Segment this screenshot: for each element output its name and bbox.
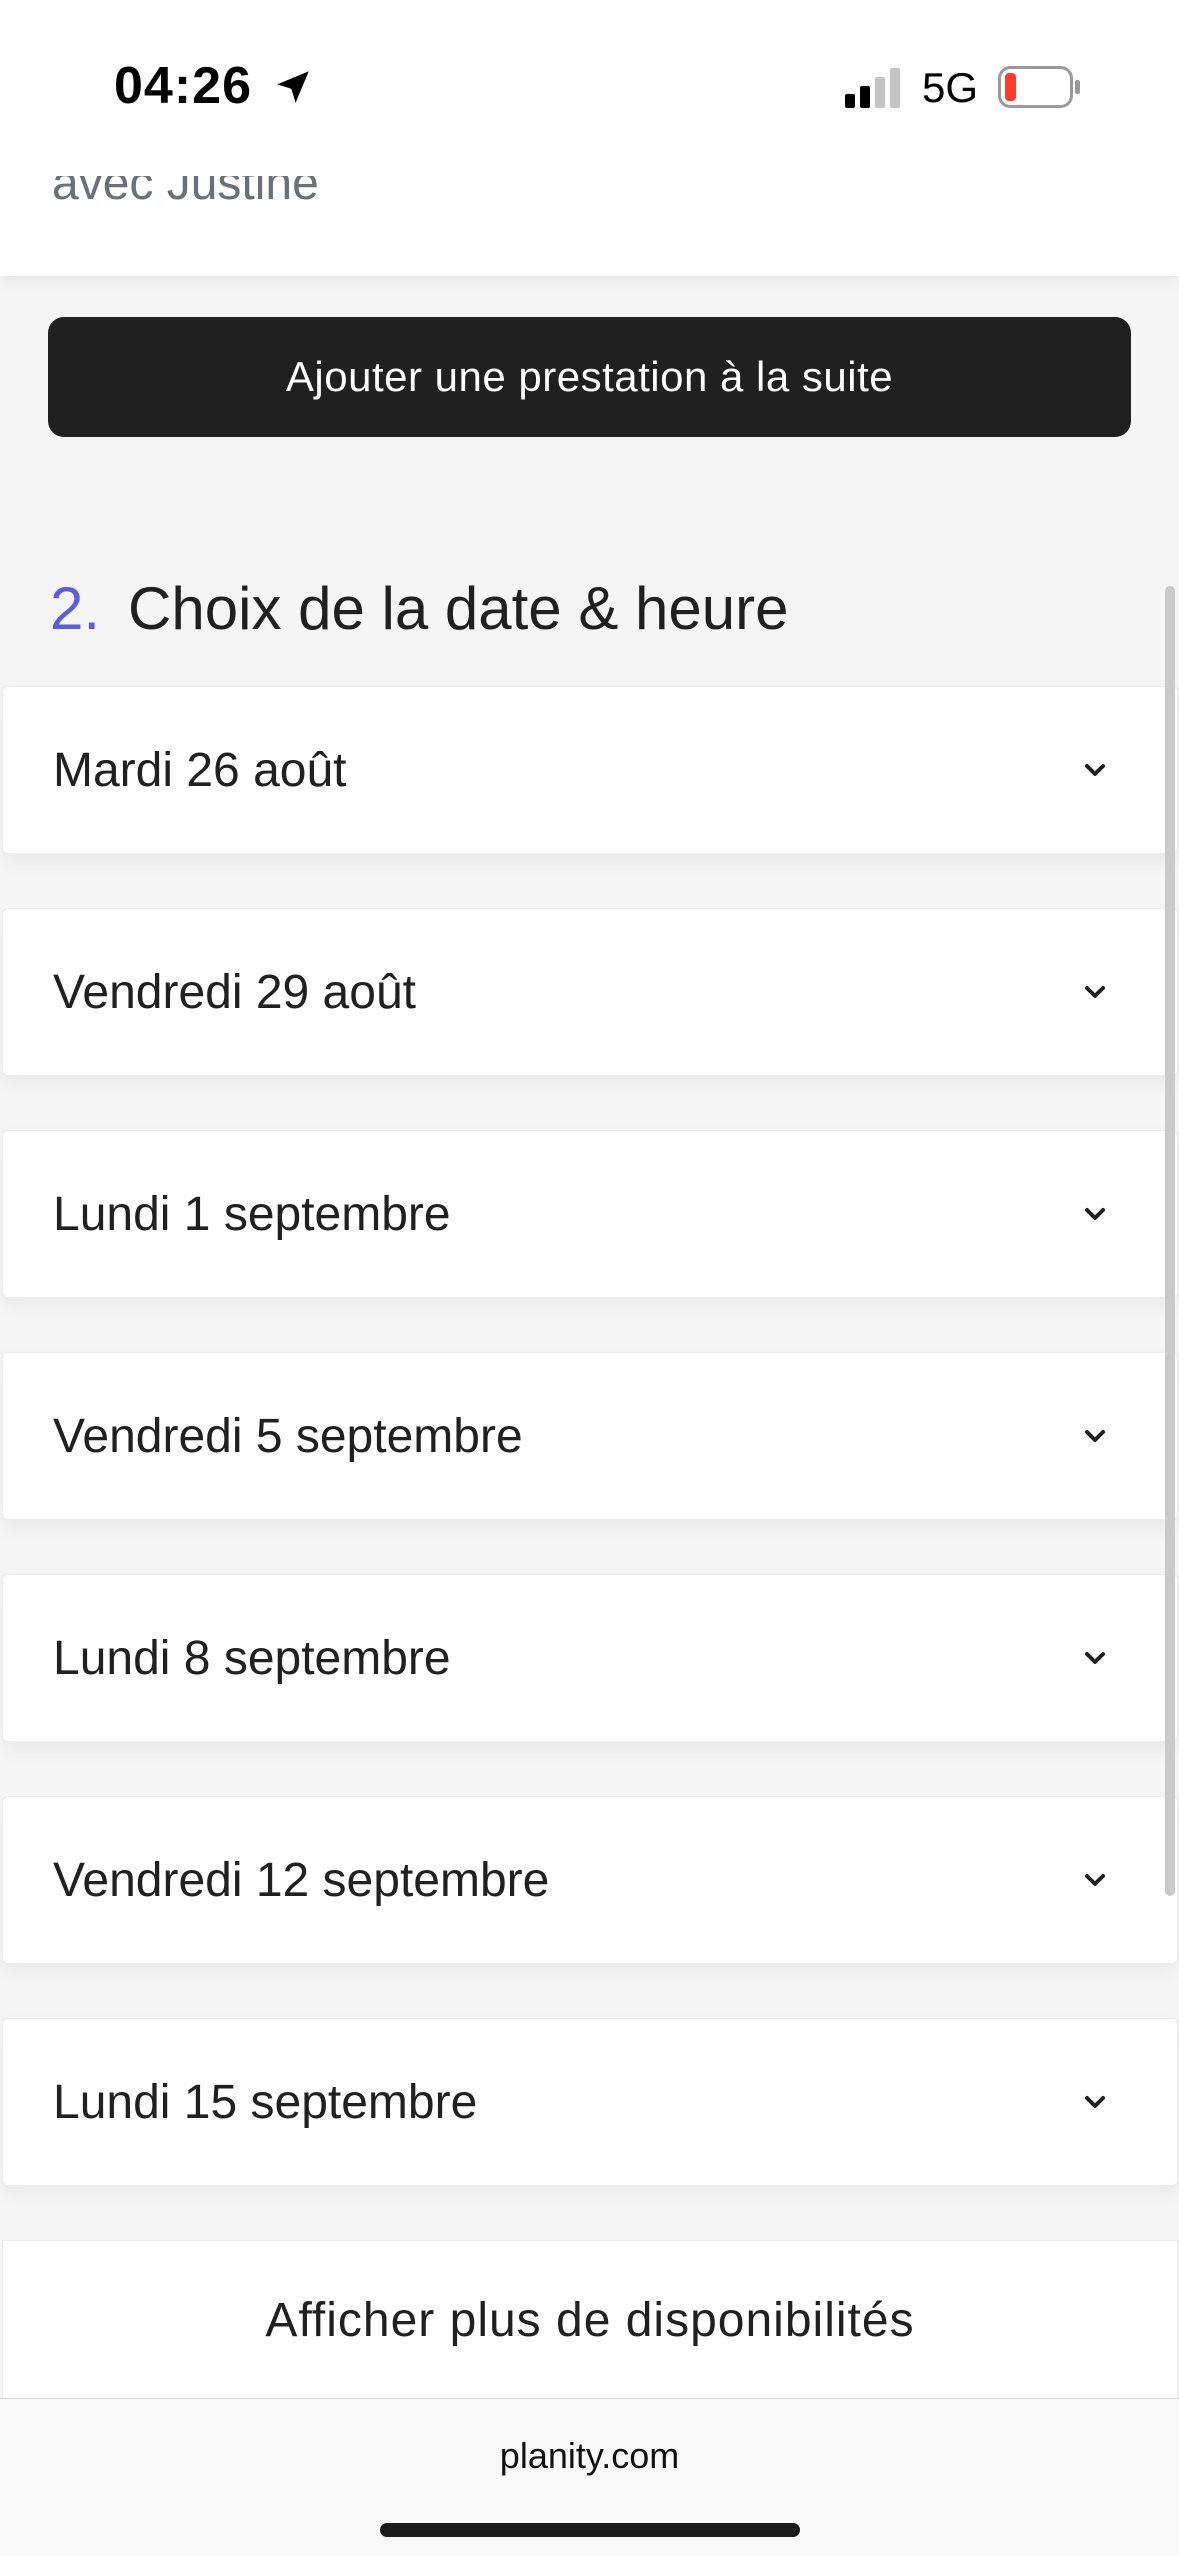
battery-low-icon (998, 66, 1080, 108)
chevron-down-icon (1085, 764, 1105, 776)
chevron-down-icon (1085, 1652, 1105, 1664)
section-heading: 2. Choix de la date & heure (50, 574, 789, 643)
date-row[interactable]: Lundi 15 septembre (2, 2018, 1178, 2186)
date-label: Vendredi 12 septembre (53, 1853, 550, 1907)
add-service-button[interactable]: Ajouter une prestation à la suite (48, 317, 1131, 437)
date-label: Vendredi 29 août (53, 965, 416, 1019)
date-row[interactable]: Lundi 8 septembre (2, 1574, 1178, 1742)
location-arrow-icon (277, 71, 309, 103)
date-row[interactable]: Lundi 1 septembre (2, 1130, 1178, 1298)
date-label: Mardi 26 août (53, 743, 347, 797)
booking-screen: 04:26 5G avec Justine Ajouter une presta… (0, 0, 1179, 2556)
date-label: Vendredi 5 septembre (53, 1409, 523, 1463)
chevron-down-icon (1085, 2096, 1105, 2108)
section-title: Choix de la date & heure (128, 575, 789, 642)
date-row[interactable]: Vendredi 5 septembre (2, 1352, 1178, 1520)
status-bar: 04:26 5G (0, 0, 1179, 176)
home-indicator[interactable] (380, 2523, 800, 2537)
date-row[interactable]: Vendredi 29 août (2, 908, 1178, 1076)
date-label: Lundi 15 septembre (53, 2075, 478, 2129)
date-row[interactable]: Vendredi 12 septembre (2, 1796, 1178, 1964)
status-time: 04:26 (114, 57, 252, 115)
section-number: 2. (50, 575, 101, 642)
chevron-down-icon (1085, 1208, 1105, 1220)
chevron-down-icon (1085, 986, 1105, 998)
date-row[interactable]: Mardi 26 août (2, 686, 1178, 854)
cellular-signal-icon (845, 68, 900, 108)
date-label: Lundi 8 septembre (53, 1631, 451, 1685)
browser-url[interactable]: planity.com (0, 2435, 1179, 2477)
staff-label: avec Justine (52, 176, 319, 210)
browser-address-bar[interactable]: planity.com (0, 2398, 1179, 2556)
network-type-label: 5G (922, 64, 979, 111)
previous-service-card: avec Justine (0, 176, 1179, 276)
date-label: Lundi 1 septembre (53, 1187, 451, 1241)
chevron-down-icon (1085, 1874, 1105, 1886)
scrollbar[interactable] (1165, 586, 1175, 1896)
show-more-availability-button[interactable]: Afficher plus de disponibilités (2, 2240, 1178, 2400)
chevron-down-icon (1085, 1430, 1105, 1442)
